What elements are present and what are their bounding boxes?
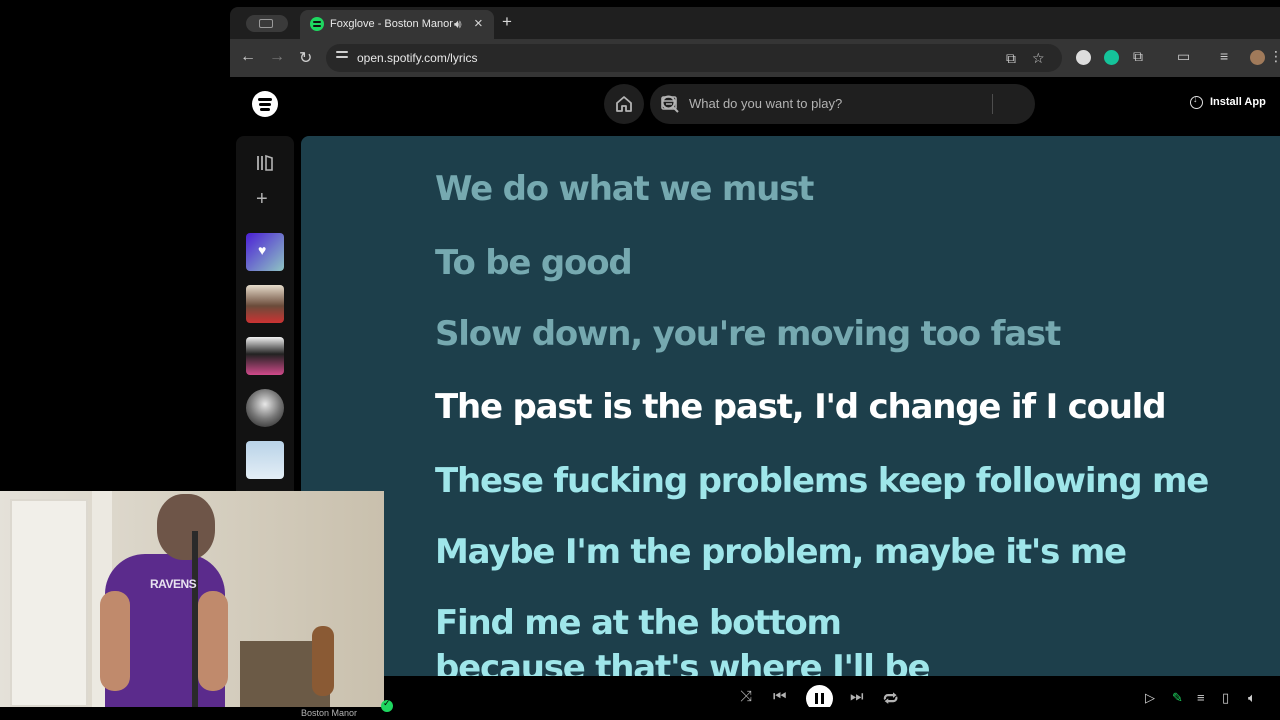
connect-device-icon[interactable]: ▯: [1222, 690, 1229, 706]
install-icon: [1190, 94, 1203, 109]
tab-spotify[interactable]: Foxglove - Boston Manor 🔊︎ ×: [300, 10, 494, 39]
home-icon: [616, 96, 632, 112]
extension-grammarly-icon[interactable]: [1104, 50, 1119, 65]
bottom-strip: [0, 707, 1280, 720]
extension-ghost-icon[interactable]: [1076, 50, 1091, 65]
profile-avatar[interactable]: [1250, 50, 1265, 65]
person-head: [157, 494, 215, 560]
shuffle-icon[interactable]: ⤨: [740, 688, 752, 705]
liked-songs-item[interactable]: ♥: [246, 233, 284, 271]
search-divider: [992, 94, 993, 114]
lyric-line[interactable]: We do what we must: [435, 168, 814, 210]
lyrics-panel: We do what we must To be good Slow down,…: [301, 136, 1280, 676]
home-button[interactable]: [604, 84, 644, 124]
guitar: [312, 626, 334, 696]
tab-bar: Foxglove - Boston Manor 🔊︎ × +: [230, 7, 1280, 39]
volume-icon[interactable]: 🔈︎: [1248, 690, 1256, 706]
lyric-line[interactable]: These fucking problems keep following me: [435, 460, 1209, 502]
library-item-artist[interactable]: [246, 389, 284, 427]
previous-icon[interactable]: ⏮︎: [773, 688, 787, 705]
url-text: open.spotify.com/lyrics: [357, 51, 478, 65]
bookmark-star-icon[interactable]: ☆: [1032, 50, 1045, 67]
library-item-album-3[interactable]: [246, 441, 284, 479]
lyric-line[interactable]: To be good: [435, 242, 633, 284]
install-page-icon[interactable]: ⧉: [1006, 50, 1016, 67]
tab-groups-button[interactable]: [246, 15, 288, 32]
back-icon[interactable]: ←: [240, 48, 256, 66]
pause-icon: [815, 693, 818, 704]
mic-stand: [192, 531, 198, 707]
webcam-overlay: RAVENS: [0, 491, 384, 707]
create-playlist-button[interactable]: +: [256, 189, 268, 209]
lyric-line[interactable]: Maybe I'm the problem, maybe it's me: [435, 531, 1127, 573]
closet-door: [10, 499, 88, 707]
install-app-button[interactable]: Install App: [1210, 96, 1266, 108]
lyric-line[interactable]: because that's where I'll be: [435, 647, 931, 676]
tab-title: Foxglove - Boston Manor: [330, 18, 453, 30]
browse-icon[interactable]: [660, 94, 678, 112]
now-playing-view-icon[interactable]: ▷: [1145, 690, 1155, 706]
forward-icon[interactable]: →: [269, 48, 285, 66]
library-item-album-1[interactable]: [246, 285, 284, 323]
extensions-puzzle-icon[interactable]: ⧉: [1133, 48, 1143, 65]
reading-list-icon[interactable]: ≡: [1220, 48, 1228, 64]
site-settings-icon[interactable]: [336, 51, 348, 63]
queue-icon[interactable]: ≡: [1197, 690, 1205, 705]
spotify-favicon-icon: [310, 17, 324, 31]
spotify-logo-icon[interactable]: [252, 91, 278, 117]
now-playing-artist[interactable]: Boston Manor: [301, 708, 357, 718]
lyric-line[interactable]: Slow down, you're moving too fast: [435, 313, 1061, 355]
address-bar[interactable]: open.spotify.com/lyrics ⧉ ☆: [326, 44, 1062, 72]
side-panel-icon[interactable]: ▭: [1177, 48, 1190, 65]
search-bar[interactable]: What do you want to play?: [650, 84, 1035, 124]
speaker-icon[interactable]: 🔊︎: [454, 17, 462, 32]
lyrics-icon[interactable]: ✎: [1172, 690, 1183, 706]
library-item-album-2[interactable]: [246, 337, 284, 375]
lyric-line-current[interactable]: The past is the past, I'd change if I co…: [435, 386, 1167, 428]
screen: Foxglove - Boston Manor 🔊︎ × + ← → ↻ ope…: [0, 0, 1280, 720]
heart-icon: ♥: [258, 242, 267, 258]
browser-window: Foxglove - Boston Manor 🔊︎ × + ← → ↻ ope…: [230, 7, 1280, 720]
added-check-icon[interactable]: [381, 698, 393, 712]
search-input[interactable]: What do you want to play?: [689, 96, 842, 111]
library-icon[interactable]: [256, 154, 274, 172]
tab-search-icon: [259, 19, 273, 28]
menu-kebab-icon[interactable]: ⋮: [1269, 48, 1280, 65]
close-icon[interactable]: ×: [474, 15, 483, 32]
reload-icon[interactable]: ↻: [299, 48, 312, 68]
next-icon[interactable]: ⏭︎: [850, 688, 864, 705]
lyric-line[interactable]: Find me at the bottom: [435, 602, 842, 644]
new-tab-button[interactable]: +: [502, 12, 512, 32]
spotify-app: What do you want to play? Install App + …: [230, 77, 1280, 720]
shirt-text: RAVENS: [150, 577, 197, 591]
browser-toolbar: ← → ↻ open.spotify.com/lyrics ⧉ ☆ ⧉ ▭ ≡ …: [230, 39, 1280, 77]
